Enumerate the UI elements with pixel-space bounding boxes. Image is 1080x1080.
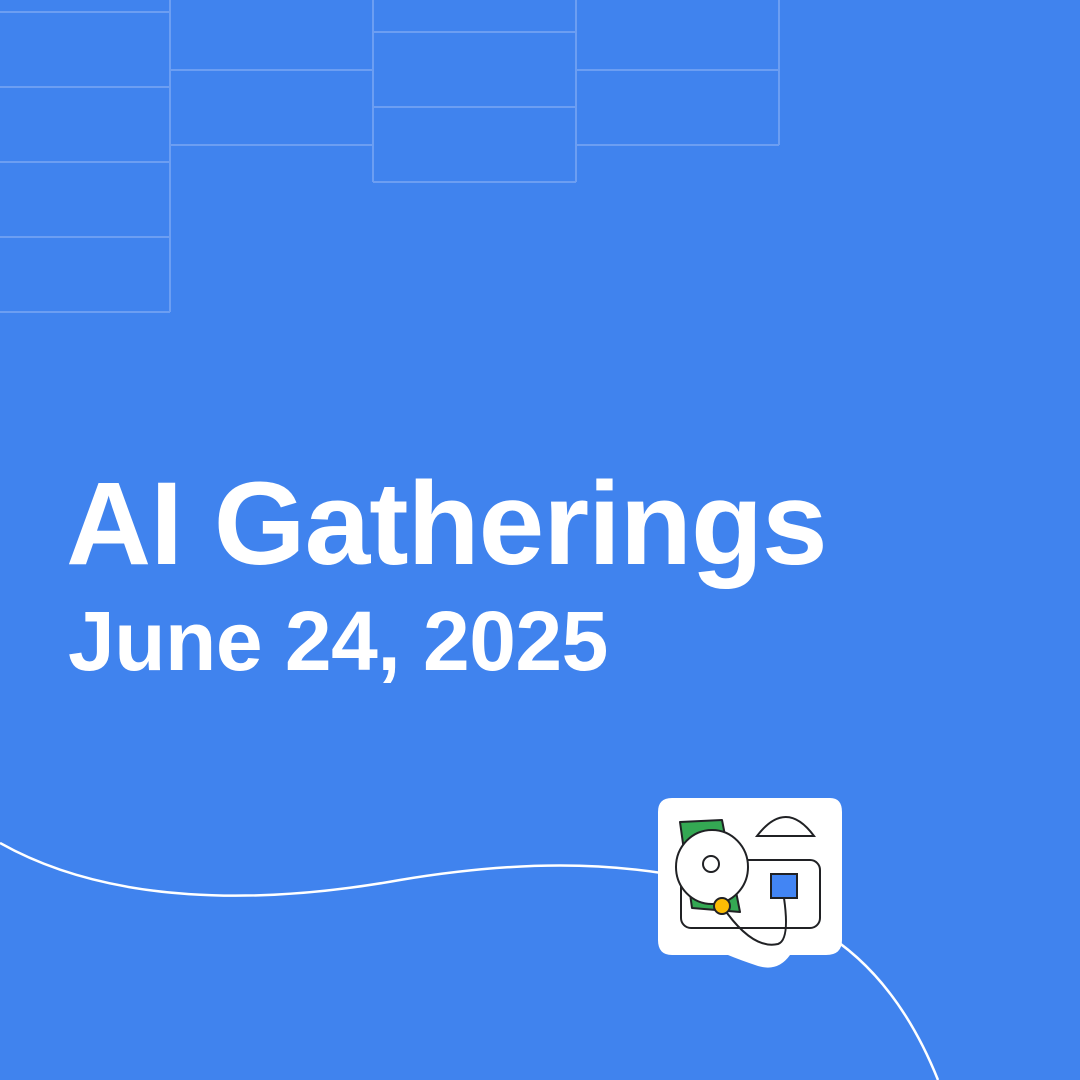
small-circle (702, 855, 720, 873)
abstract-shapes-icon (658, 798, 842, 968)
event-date: June 24, 2025 (68, 594, 608, 688)
event-title: AI Gatherings (66, 458, 828, 590)
event-card: AI Gatherings June 24, 2025 (0, 0, 1080, 1080)
blue-square (770, 873, 798, 899)
yellow-dot (713, 897, 731, 915)
